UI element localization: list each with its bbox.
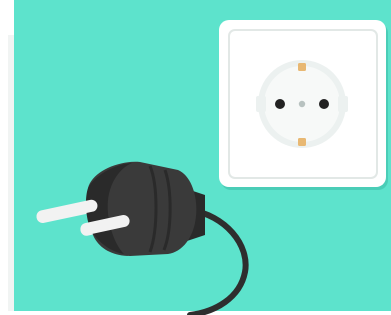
ground-clip-bottom <box>298 138 306 146</box>
ground-clip-top <box>298 63 306 71</box>
socket-notch-left <box>256 96 266 112</box>
plug-socket-illustration <box>0 0 391 315</box>
socket-hole-right <box>319 99 329 109</box>
socket-notch-right <box>338 96 348 112</box>
socket-center-screw <box>298 100 306 108</box>
left-margin-shade <box>8 35 14 315</box>
socket-hole-left <box>275 99 285 109</box>
wall-socket <box>219 20 388 190</box>
image-frame <box>0 0 391 315</box>
